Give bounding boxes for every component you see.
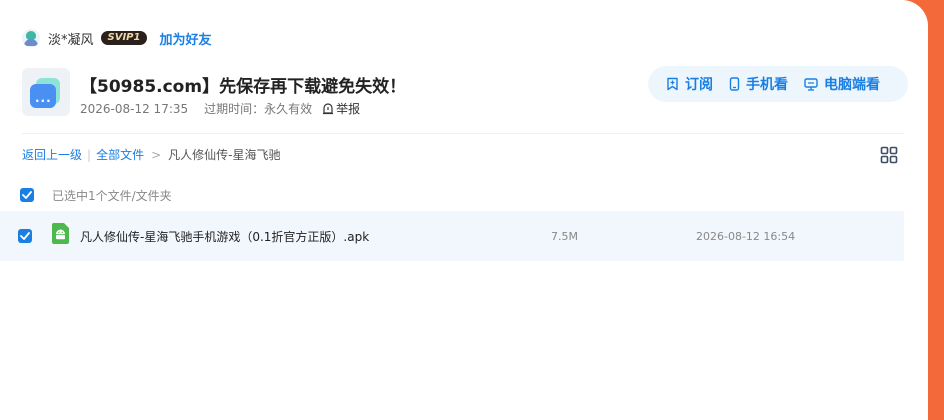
row-checkbox[interactable]: [18, 229, 32, 243]
mobile-view-button[interactable]: 手机看: [721, 74, 796, 94]
android-apk-icon: [52, 223, 69, 244]
report-label: 举报: [336, 102, 361, 116]
all-files-link[interactable]: 全部文件: [96, 146, 144, 163]
subscribe-label: 订阅: [685, 77, 713, 93]
file-name[interactable]: 凡人修仙传-星海飞驰手机游戏（0.1折官方正版）.apk: [80, 228, 369, 245]
username: 淡*凝风: [48, 32, 94, 48]
selection-bar: 已选中1个文件/文件夹: [20, 184, 172, 206]
check-icon: [22, 191, 32, 199]
sharer-info: 淡*凝风 SVIP1 加为好友: [22, 28, 211, 48]
report-button[interactable]: 举报: [322, 100, 360, 117]
grid-view-icon[interactable]: [880, 146, 898, 164]
monitor-icon: [804, 77, 818, 91]
share-actions: 订阅 手机看 电脑端看: [648, 66, 908, 102]
share-panel: 淡*凝风 SVIP1 加为好友 ··· 【50985.com】先保存再下载避免失…: [0, 0, 928, 420]
table-row[interactable]: 凡人修仙传-星海飞驰手机游戏（0.1折官方正版）.apk 7.5M 2026-0…: [0, 211, 904, 261]
desktop-view-button[interactable]: 电脑端看: [796, 74, 888, 94]
current-folder: 凡人修仙传-星海飞驰: [168, 148, 281, 162]
select-all-checkbox[interactable]: [20, 188, 34, 202]
add-friend-link[interactable]: 加为好友: [159, 29, 211, 48]
file-date: 2026-08-12 16:54: [696, 230, 796, 243]
breadcrumb: 返回上一级 | 全部文件 > 凡人修仙传-星海飞驰: [22, 146, 280, 163]
subscribe-button[interactable]: 订阅: [658, 74, 721, 94]
file-size: 7.5M: [551, 230, 578, 243]
share-date: 2026-08-12 17:35: [80, 101, 189, 116]
check-icon: [20, 232, 30, 240]
header-divider: [22, 133, 904, 134]
avatar[interactable]: [22, 29, 40, 47]
chevron-right-icon: >: [151, 147, 162, 162]
share-expiry: 过期时间：永久有效: [204, 102, 313, 116]
back-link[interactable]: 返回上一级: [22, 146, 82, 163]
bookmark-icon: [667, 77, 678, 91]
breadcrumb-separator: |: [87, 147, 92, 162]
share-folder-icon: ···: [22, 68, 70, 116]
desktop-view-label: 电脑端看: [824, 77, 880, 93]
selection-count: 已选中1个文件/文件夹: [52, 188, 172, 203]
vip-badge: SVIP1: [100, 31, 148, 45]
phone-icon: [729, 77, 740, 91]
share-title: 【50985.com】先保存再下载避免失效！.…: [80, 77, 400, 97]
mobile-view-label: 手机看: [746, 77, 788, 93]
report-icon: [323, 102, 334, 114]
share-meta: 2026-08-12 17:35 过期时间：永久有效 举报: [80, 100, 360, 117]
